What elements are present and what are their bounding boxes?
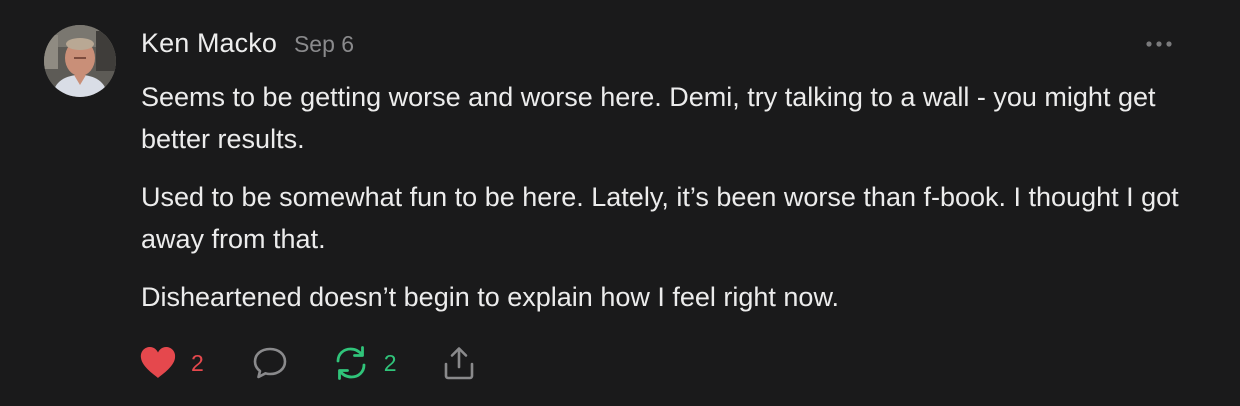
restack-arrows-icon	[336, 346, 366, 380]
post-date[interactable]: Sep 6	[294, 31, 354, 58]
author-name[interactable]: Ken Macko	[141, 28, 277, 59]
post-header: Ken Macko Sep 6	[141, 28, 354, 59]
comment-button[interactable]	[252, 343, 288, 383]
more-dots-icon	[1146, 41, 1172, 47]
share-button[interactable]	[441, 343, 477, 383]
share-upload-icon	[444, 347, 473, 380]
post-paragraph: Seems to be getting worse and worse here…	[141, 82, 1156, 154]
comment-bubble-icon	[253, 347, 287, 379]
avatar[interactable]	[44, 25, 116, 97]
comment-post: Ken Macko Sep 6 Seems to be getting wors…	[0, 0, 1240, 406]
heart-icon	[140, 347, 176, 378]
restack-button[interactable]: 2	[332, 343, 397, 383]
like-count: 2	[191, 349, 204, 376]
avatar-image	[44, 25, 116, 97]
like-button[interactable]: 2	[139, 343, 204, 383]
action-bar: 2 2	[139, 343, 477, 383]
post-paragraph: Disheartened doesn’t begin to explain ho…	[141, 282, 839, 312]
more-options-button[interactable]	[1144, 34, 1174, 54]
post-paragraph: Used to be somewhat fun to be here. Late…	[141, 182, 1179, 254]
post-body: Seems to be getting worse and worse here…	[141, 76, 1191, 334]
restack-count: 2	[383, 349, 397, 376]
